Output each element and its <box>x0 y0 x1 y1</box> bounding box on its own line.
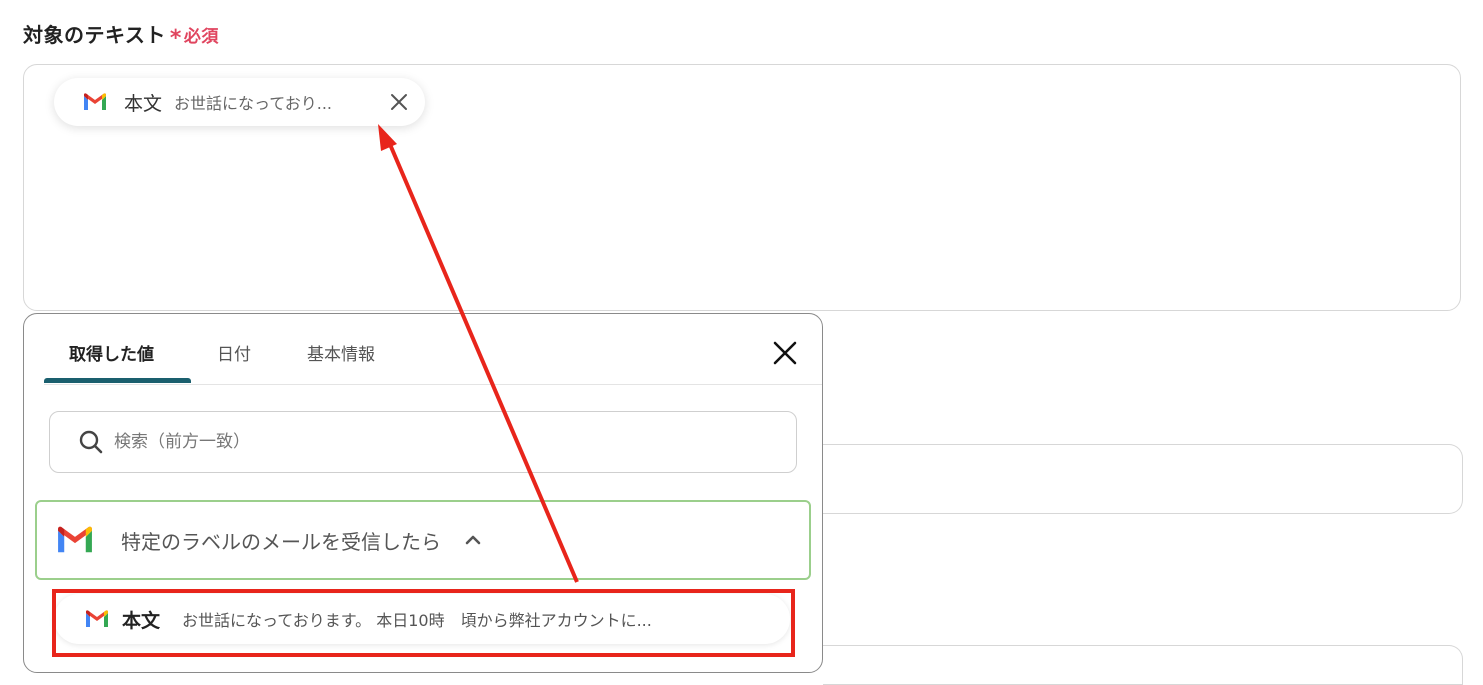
chevron-up-icon[interactable] <box>463 530 483 550</box>
list-item-value: お世話になっております。 本日10時 頃から弊社アカウントに... <box>182 611 652 630</box>
list-item-body[interactable]: 本文 お世話になっております。 本日10時 頃から弊社アカウントに... <box>54 594 790 644</box>
search-input[interactable] <box>112 431 736 453</box>
group-header-gmail-trigger[interactable]: 特定のラベルのメールを受信したら <box>35 500 811 580</box>
gmail-icon <box>58 526 92 553</box>
chip-value: お世話になっており... <box>174 94 332 113</box>
search-input-container <box>49 411 797 473</box>
field-label-text: 対象のテキスト <box>23 23 166 47</box>
required-asterisk: * <box>169 26 182 51</box>
selected-value-chip[interactable]: 本文 お世話になっており... <box>54 78 425 126</box>
background-field <box>823 444 1463 514</box>
gmail-icon <box>84 93 106 110</box>
list-item-title: 本文 <box>122 609 161 632</box>
tab-date[interactable]: 日付 <box>217 340 251 365</box>
required-text: 必須 <box>183 27 219 47</box>
gmail-icon <box>86 610 108 627</box>
search-icon <box>79 430 103 454</box>
tab-basic-info[interactable]: 基本情報 <box>307 340 375 365</box>
active-tab-indicator <box>44 378 191 383</box>
value-picker-popover: 取得した値 日付 基本情報 特定のラベルのメールを受信したら <box>23 313 823 673</box>
group-title: 特定のラベルのメールを受信したら <box>121 529 441 554</box>
close-icon[interactable] <box>770 338 800 368</box>
tab-bar: 取得した値 日付 基本情報 <box>44 314 822 385</box>
background-field <box>823 645 1463 685</box>
close-icon[interactable] <box>387 90 411 114</box>
required-indicator: * 必須 <box>170 26 219 51</box>
chip-title: 本文 <box>124 92 163 115</box>
tab-acquired-values[interactable]: 取得した値 <box>69 340 154 365</box>
field-label: 対象のテキスト * 必須 <box>23 19 219 51</box>
